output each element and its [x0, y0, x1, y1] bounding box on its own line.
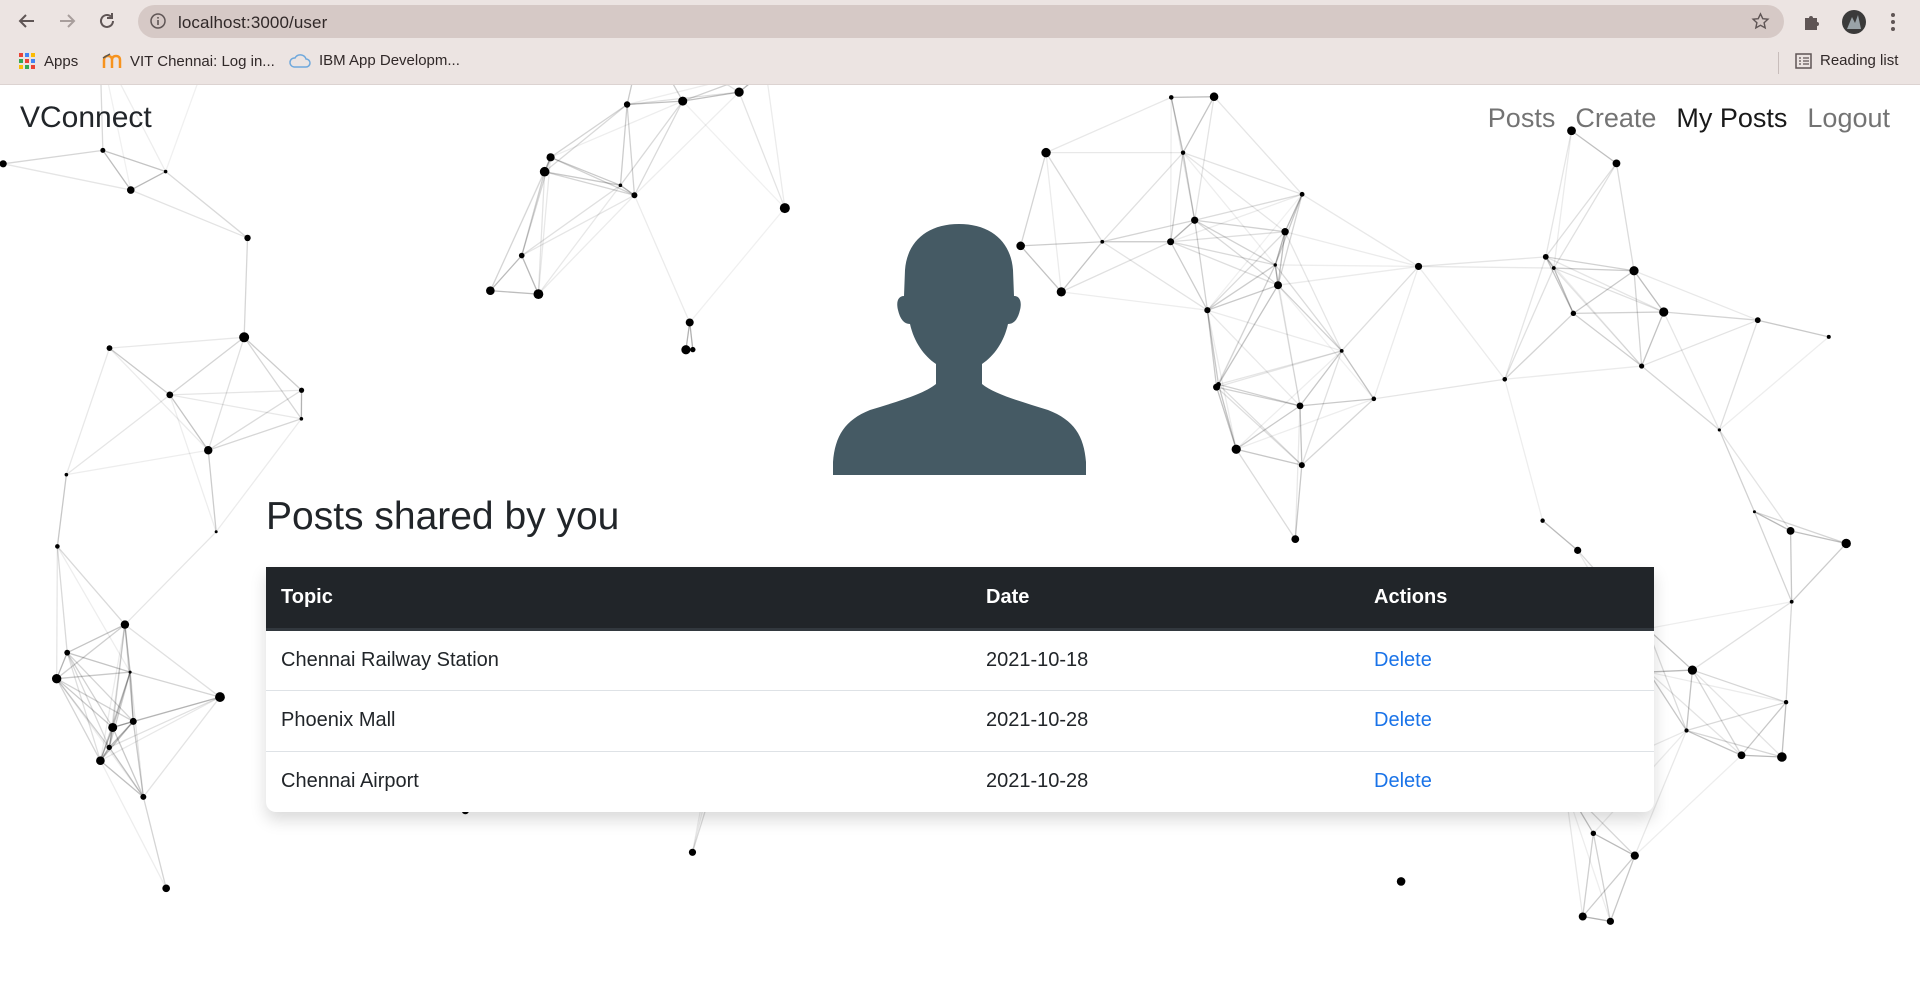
- cell-date: 2021-10-28: [986, 709, 1089, 731]
- reading-list-icon: [1795, 52, 1812, 69]
- nav-logout[interactable]: Logout: [1807, 103, 1890, 134]
- bookmarks-bar: Apps VIT Chennai: Log in... IBM App Deve…: [0, 43, 1920, 85]
- web-page: VConnect Posts Create My Posts Logout Po…: [0, 85, 1920, 986]
- arrow-left-icon: [18, 14, 34, 28]
- delete-link[interactable]: Delete: [1374, 649, 1432, 671]
- bookmark-label: VIT Chennai: Log in...: [130, 52, 275, 70]
- reading-list-label: Reading list: [1820, 52, 1899, 69]
- brand-logo[interactable]: VConnect: [20, 101, 152, 135]
- address-bar[interactable]: localhost:3000/user: [138, 5, 1784, 38]
- posts-table-container: Topic Date Actions Chennai Railway Stati…: [266, 567, 1654, 812]
- cloud-icon: [289, 53, 311, 68]
- bookmark-star-icon[interactable]: [1751, 12, 1770, 31]
- url-text[interactable]: localhost:3000/user: [178, 13, 327, 33]
- nav-create[interactable]: Create: [1575, 103, 1656, 134]
- bookmark-label: IBM App Developm...: [319, 52, 460, 69]
- nav-posts[interactable]: Posts: [1488, 103, 1556, 134]
- user-silhouette-icon: [833, 224, 1086, 475]
- cell-topic: Chennai Airport: [281, 770, 419, 793]
- table-header-row: Topic Date Actions: [266, 567, 1654, 631]
- column-header-date: Date: [971, 567, 1359, 631]
- page-heading: Posts shared by you: [266, 495, 620, 538]
- cell-date: 2021-10-28: [986, 770, 1089, 793]
- cell-actions: Delete: [1359, 629, 1654, 690]
- bookmark-ibm[interactable]: IBM App Developm...: [289, 52, 460, 69]
- column-header-actions: Actions: [1359, 567, 1654, 631]
- posts-table: Topic Date Actions Chennai Railway Stati…: [266, 567, 1654, 812]
- column-header-topic: Topic: [266, 567, 971, 631]
- bookmark-label: Apps: [44, 52, 79, 70]
- extensions-button[interactable]: [1799, 9, 1825, 35]
- puzzle-icon: [1805, 16, 1819, 30]
- cell-actions: Delete: [1359, 690, 1654, 751]
- profile-avatar[interactable]: [1841, 9, 1867, 35]
- arrow-right-icon: [60, 14, 76, 28]
- info-icon[interactable]: [150, 13, 166, 29]
- browser-toolbar: localhost:3000/user: [0, 0, 1920, 43]
- cell-actions: Delete: [1359, 751, 1654, 812]
- kebab-menu-icon: [1891, 13, 1895, 31]
- cell-date: 2021-10-18: [986, 648, 1089, 671]
- apps-grid-icon: [19, 53, 35, 69]
- moodle-icon: [102, 53, 122, 68]
- bookmark-apps[interactable]: Apps: [18, 52, 78, 70]
- back-button[interactable]: [14, 8, 40, 34]
- reload-icon: [100, 13, 114, 28]
- bookmark-vit-chennai[interactable]: VIT Chennai: Log in...: [102, 52, 275, 70]
- reading-list-button[interactable]: Reading list: [1795, 52, 1898, 69]
- browser-chrome: localhost:3000/user Apps VIT Chennai: Lo…: [0, 0, 1920, 85]
- table-row: Chennai Airport 2021-10-28 Delete: [266, 751, 1654, 812]
- table-row: Phoenix Mall 2021-10-28 Delete: [266, 690, 1654, 751]
- delete-link[interactable]: Delete: [1374, 770, 1432, 792]
- main-nav: Posts Create My Posts Logout: [1488, 103, 1890, 134]
- cell-topic: Chennai Railway Station: [281, 648, 499, 671]
- delete-link[interactable]: Delete: [1374, 709, 1432, 731]
- bookmarks-divider: [1778, 52, 1779, 74]
- cell-topic: Phoenix Mall: [281, 709, 396, 731]
- profile-picture-icon: [1842, 10, 1866, 34]
- reload-button[interactable]: [94, 8, 120, 34]
- table-row: Chennai Railway Station 2021-10-18 Delet…: [266, 629, 1654, 690]
- nav-my-posts[interactable]: My Posts: [1676, 103, 1787, 134]
- browser-menu-button[interactable]: [1880, 9, 1906, 35]
- forward-button[interactable]: [54, 8, 80, 34]
